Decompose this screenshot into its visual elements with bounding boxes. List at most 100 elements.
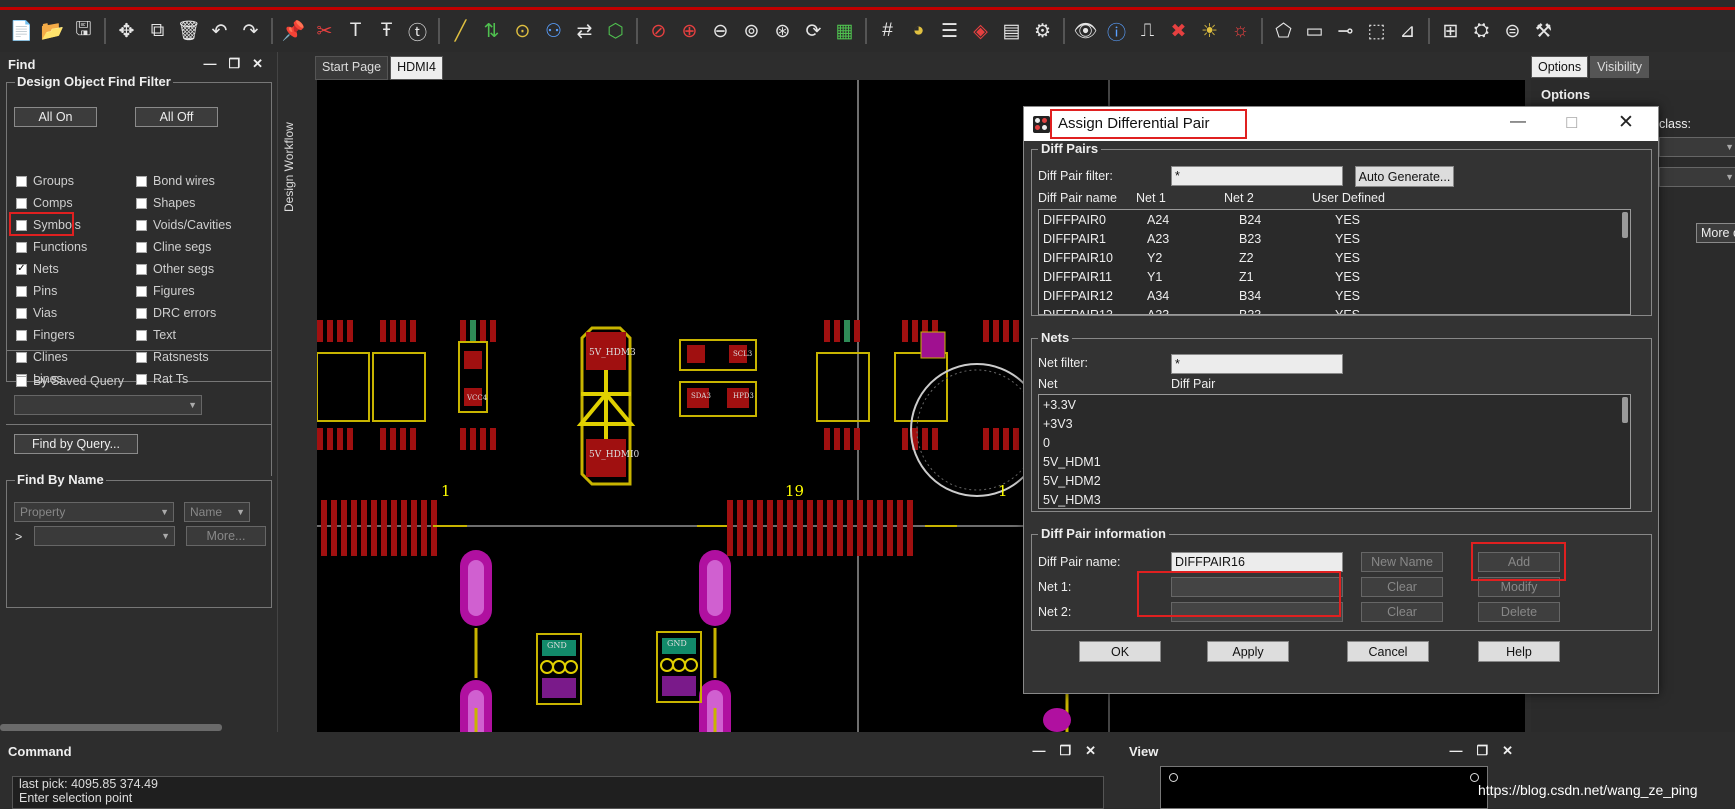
close-icon[interactable]: ✕ xyxy=(1502,743,1513,759)
group-icon[interactable]: ⊞ xyxy=(1437,18,1464,45)
net-list-item[interactable]: 5V_HDM3 xyxy=(1043,493,1101,507)
rules-icon[interactable]: ⛭ xyxy=(1468,18,1495,45)
slide-icon[interactable]: ⇅ xyxy=(478,18,505,45)
diff-pair-cell[interactable]: A33 xyxy=(1147,308,1169,314)
restore-icon[interactable]: ❐ xyxy=(1476,743,1488,759)
minimize-icon[interactable]: — xyxy=(1032,743,1045,759)
checkbox-bond-wires[interactable]: Bond wires xyxy=(136,174,215,188)
measure-icon[interactable]: ⎍ xyxy=(1134,18,1161,45)
checkbox-box[interactable] xyxy=(136,197,147,209)
auto-generate-button[interactable]: Auto Generate... xyxy=(1355,166,1454,187)
report-icon[interactable]: ▤ xyxy=(998,18,1025,45)
checkbox-groups[interactable]: Groups xyxy=(16,174,74,188)
checkbox-pins[interactable]: Pins xyxy=(16,284,57,298)
zoom-fit-icon[interactable]: ⊘ xyxy=(645,18,672,45)
property-dropdown[interactable]: Property xyxy=(14,502,174,522)
layers-icon[interactable]: ☰ xyxy=(936,18,963,45)
net-filter-input[interactable]: * xyxy=(1171,354,1343,374)
diff-pair-cell[interactable]: YES xyxy=(1335,289,1360,303)
checkbox-functions[interactable]: Functions xyxy=(16,240,87,254)
route-icon[interactable]: ⊸ xyxy=(1332,18,1359,45)
checkbox-box[interactable] xyxy=(16,307,27,319)
unpin-icon[interactable]: ✂ xyxy=(311,18,338,45)
checkbox-box[interactable] xyxy=(16,329,27,341)
redraw-icon[interactable]: ⟳ xyxy=(800,18,827,45)
net-list-item[interactable]: 0 xyxy=(1043,436,1050,450)
info-icon[interactable]: ⓘ xyxy=(1103,18,1130,45)
design-workflow-strip[interactable]: Design Workflow xyxy=(277,52,307,732)
saved-query-dropdown[interactable] xyxy=(14,395,202,415)
undo-icon[interactable]: ↶ xyxy=(206,18,233,45)
diff-pair-name-input[interactable]: DIFFPAIR16 xyxy=(1171,552,1343,572)
connect-icon[interactable]: ╱ xyxy=(447,18,474,45)
copy-icon[interactable]: ⧉ xyxy=(144,18,171,45)
checkbox-nets[interactable]: ✓ Nets xyxy=(16,262,59,276)
open-icon[interactable]: 📂 xyxy=(39,18,66,45)
diff-pair-cell[interactable]: DIFFPAIR11 xyxy=(1043,270,1112,284)
net-list-item[interactable]: 5V_HDM1 xyxy=(1043,455,1101,469)
3d-icon[interactable]: ▦ xyxy=(831,18,858,45)
name-dropdown[interactable]: Name xyxy=(184,502,250,522)
cancel-button[interactable]: Cancel xyxy=(1347,641,1429,662)
diff-pair-cell[interactable]: Y1 xyxy=(1147,270,1162,284)
manager-icon[interactable]: ⚒ xyxy=(1530,18,1557,45)
via-icon[interactable]: ⊙ xyxy=(509,18,536,45)
checkbox-shapes[interactable]: Shapes xyxy=(136,196,195,210)
checkbox-box[interactable] xyxy=(136,219,147,231)
checkbox-box[interactable] xyxy=(136,329,147,341)
diff-pair-filter-input[interactable]: * xyxy=(1171,166,1343,186)
settings-icon[interactable]: ⚙ xyxy=(1029,18,1056,45)
checkbox-figures[interactable]: Figures xyxy=(136,284,195,298)
fanout-icon[interactable]: ⚇ xyxy=(540,18,567,45)
place-icon[interactable]: ▭ xyxy=(1301,18,1328,45)
diff-pair-list[interactable]: DIFFPAIR0 A24 B24 YES DIFFPAIR1 A23 B23 YES DIFF… xyxy=(1038,209,1631,315)
dehighlight-icon[interactable]: ☼ xyxy=(1227,18,1254,45)
save-icon[interactable]: 🖫 xyxy=(70,18,97,45)
clear-net1-button[interactable]: Clear xyxy=(1361,577,1443,597)
diff-pair-cell[interactable]: DIFFPAIR0 xyxy=(1043,213,1106,227)
menu-bar[interactable] xyxy=(0,0,1735,10)
highlight-icon[interactable]: ☀ xyxy=(1196,18,1223,45)
checkbox-box[interactable] xyxy=(16,375,27,387)
more-button[interactable]: More... xyxy=(186,526,266,546)
grid-icon[interactable]: # xyxy=(874,18,901,45)
nets-list[interactable]: +3.3V+3V305V_HDM15V_HDM25V_HDM35V_HDMI0 xyxy=(1038,394,1631,509)
constraint-icon[interactable]: ⊜ xyxy=(1499,18,1526,45)
tab-hdmi4[interactable]: HDMI4 xyxy=(390,56,443,80)
all-on-button[interactable]: All On xyxy=(14,107,97,127)
edit-text-icon[interactable]: Ŧ xyxy=(373,18,400,45)
stackup-icon[interactable]: ◈ xyxy=(967,18,994,45)
scrollbar-thumb[interactable] xyxy=(1622,212,1628,238)
by-saved-query-checkbox[interactable]: By Saved Query xyxy=(16,374,124,388)
zoom-previous-icon[interactable]: ⊛ xyxy=(769,18,796,45)
diff-pair-cell[interactable]: B23 xyxy=(1239,232,1261,246)
redo-icon[interactable]: ↷ xyxy=(237,18,264,45)
horizontal-scrollbar[interactable] xyxy=(0,724,222,731)
diff-pair-cell[interactable]: Z2 xyxy=(1239,251,1254,265)
diff-pair-cell[interactable]: YES xyxy=(1335,308,1360,314)
subclass-dropdown[interactable] xyxy=(1659,167,1735,187)
command-output[interactable]: last pick: 4095.85 374.49 Enter selectio… xyxy=(12,776,1104,809)
diff-pair-cell[interactable]: A24 xyxy=(1147,213,1169,227)
help-button[interactable]: Help xyxy=(1478,641,1560,662)
delay-tune-icon[interactable]: ⇄ xyxy=(571,18,598,45)
net-list-item[interactable]: 5V_HDM2 xyxy=(1043,474,1101,488)
checkbox-vias[interactable]: Vias xyxy=(16,306,57,320)
all-off-button[interactable]: All Off xyxy=(135,107,218,127)
close-icon[interactable]: ✕ xyxy=(252,56,263,72)
scrollbar-thumb[interactable] xyxy=(1622,397,1628,423)
minimize-icon[interactable]: — xyxy=(1510,113,1526,131)
checkbox-voids-cavities[interactable]: Voids/Cavities xyxy=(136,218,232,232)
checkbox-drc-errors[interactable]: DRC errors xyxy=(136,306,216,320)
restore-icon[interactable]: ❐ xyxy=(1059,743,1071,759)
shape-icon[interactable]: ⬡ xyxy=(602,18,629,45)
delete-icon[interactable]: 🗑 xyxy=(175,18,202,45)
restore-icon[interactable]: ❐ xyxy=(228,56,240,72)
checkbox-text[interactable]: Text xyxy=(136,328,176,342)
checkbox-fingers[interactable]: Fingers xyxy=(16,328,75,342)
diff-pair-cell[interactable]: YES xyxy=(1335,251,1360,265)
select-icon[interactable]: ⬚ xyxy=(1363,18,1390,45)
checkbox-box[interactable] xyxy=(136,241,147,253)
diff-pair-cell[interactable]: A34 xyxy=(1147,289,1169,303)
delete-button[interactable]: Delete xyxy=(1478,602,1560,622)
